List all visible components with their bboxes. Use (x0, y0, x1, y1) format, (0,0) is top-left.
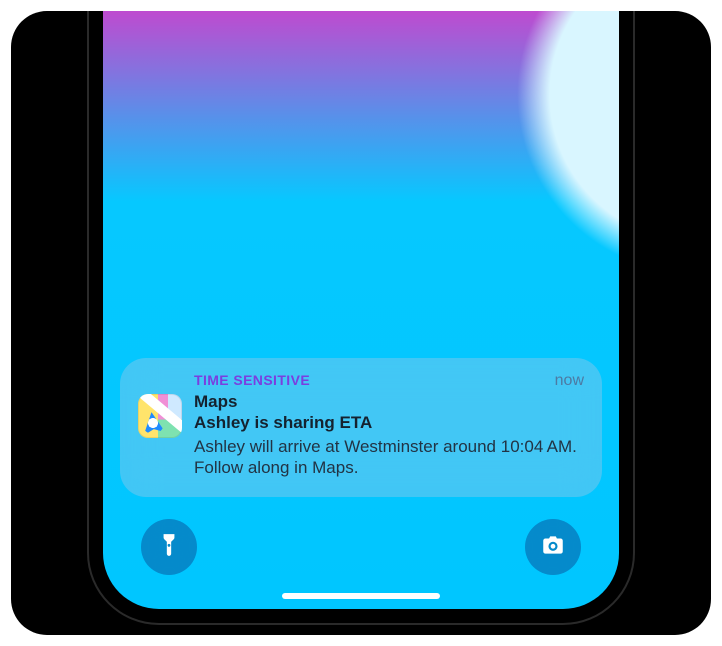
phone-frame: TIME SENSITIVE now Maps Ashley is sharin… (89, 11, 633, 623)
camera-icon (540, 532, 566, 563)
notification-app-name: Maps (194, 392, 584, 412)
notification-card[interactable]: TIME SENSITIVE now Maps Ashley is sharin… (120, 358, 602, 497)
time-sensitive-badge: TIME SENSITIVE (194, 372, 310, 388)
notification-timestamp: now (555, 372, 584, 390)
flashlight-icon (156, 532, 182, 563)
notification-header: TIME SENSITIVE now (194, 372, 584, 390)
lock-screen-actions (103, 519, 619, 575)
image-card: TIME SENSITIVE now Maps Ashley is sharin… (11, 11, 711, 635)
notification-body: TIME SENSITIVE now Maps Ashley is sharin… (194, 372, 584, 479)
notification-message: Ashley will arrive at Westminster around… (194, 436, 584, 480)
notification-title: Ashley is sharing ETA (194, 412, 584, 433)
home-indicator[interactable] (282, 593, 440, 599)
notification-app-icon-wrap (138, 372, 182, 479)
maps-app-icon (138, 394, 182, 438)
camera-button[interactable] (525, 519, 581, 575)
lock-screen[interactable]: TIME SENSITIVE now Maps Ashley is sharin… (103, 11, 619, 609)
flashlight-button[interactable] (141, 519, 197, 575)
